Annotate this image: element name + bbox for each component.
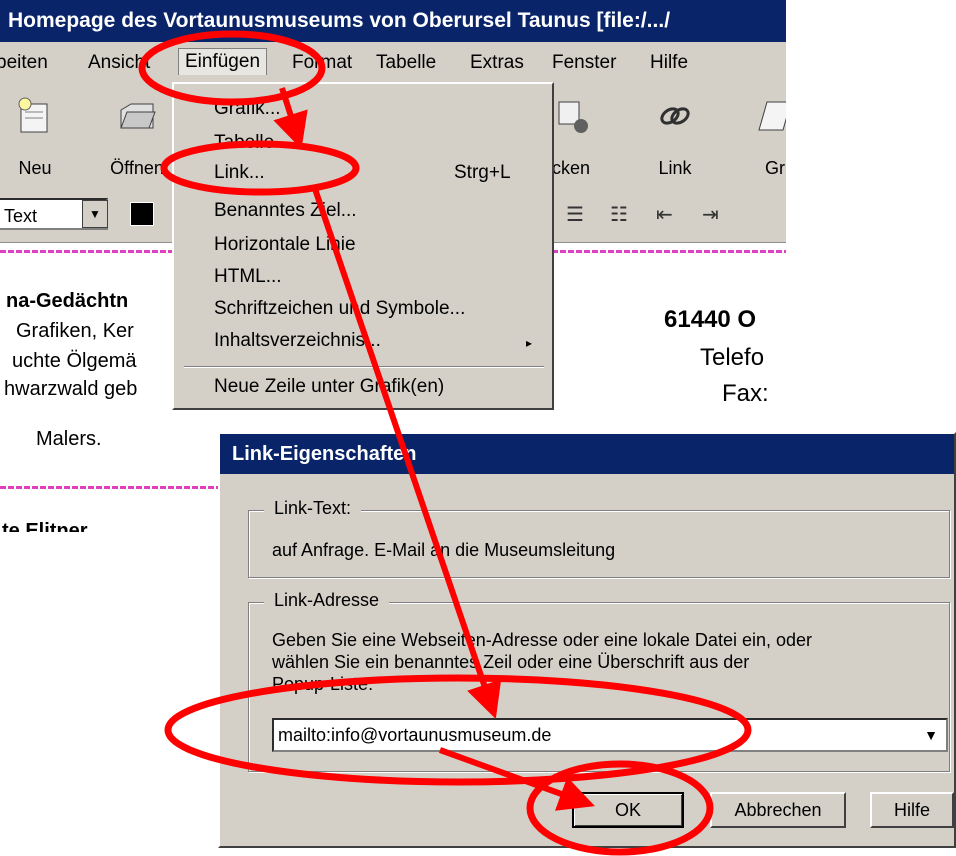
menu-tabelle[interactable]: Tabelle — [376, 52, 436, 74]
content-line: Grafiken, Ker — [16, 320, 134, 342]
menubar: beiten Ansicht Einfügen Format Tabelle E… — [0, 42, 786, 84]
dialog-title: Link-Eigenschaften — [220, 434, 954, 474]
content-line: uchte Ölgemä — [12, 350, 137, 372]
link-address-input[interactable]: mailto:info@vortaunusmuseum.de ▼ — [272, 718, 948, 752]
menu-separator — [184, 366, 544, 368]
insert-menu-dropdown: Grafik... Tabelle Link... Strg+L Benannt… — [172, 82, 554, 410]
menu-item-link[interactable]: Link... — [214, 162, 265, 184]
menu-item-inhaltsverzeichnis[interactable]: Inhaltsverzeichnis... — [214, 330, 381, 352]
content-line: hwarzwald geb — [4, 378, 138, 400]
link-button[interactable]: Link — [640, 84, 710, 192]
menu-format[interactable]: Format — [292, 52, 352, 74]
menu-item-tabelle[interactable]: Tabelle — [214, 132, 274, 154]
link-button-label: Link — [658, 158, 692, 178]
cancel-button[interactable]: Abbrechen — [710, 792, 846, 828]
link-text-legend: Link-Text: — [264, 498, 362, 519]
help-button[interactable]: Hilfe — [870, 792, 954, 828]
window-title: Homepage des Vortaunusmuseums von Oberur… — [0, 0, 786, 42]
link-icon — [660, 107, 690, 125]
content-line: Fax: — [722, 380, 769, 407]
numbered-list-icon[interactable]: ☷ — [610, 202, 628, 227]
image-button-label: Gr — [765, 158, 785, 178]
text-color-swatch[interactable] — [130, 202, 154, 226]
menu-fenster[interactable]: Fenster — [552, 52, 616, 74]
new-document-icon — [18, 97, 48, 133]
chevron-down-icon[interactable]: ▼ — [918, 722, 944, 748]
menu-hilfe[interactable]: Hilfe — [650, 52, 688, 74]
content-line: na-Gedächtn — [6, 290, 129, 312]
menu-item-benanntes-ziel[interactable]: Benanntes Ziel... — [214, 200, 357, 222]
outdent-icon[interactable]: ⇤ — [656, 202, 673, 227]
chevron-down-icon[interactable]: ▼ — [82, 200, 108, 228]
menu-item-link-shortcut: Strg+L — [454, 162, 511, 183]
open-folder-icon — [120, 103, 156, 129]
content-line: 61440 O — [664, 306, 757, 333]
content-line: Telefo — [700, 344, 765, 371]
menu-extras[interactable]: Extras — [470, 52, 524, 74]
bullet-list-icon[interactable]: ☰ — [566, 202, 584, 227]
content-line: te Elitner — [2, 520, 88, 532]
help-text-line: wählen Sie ein benanntes Zeil oder eine … — [272, 652, 750, 672]
link-properties-dialog: Link-Eigenschaften Link-Text: auf Anfrag… — [218, 432, 956, 848]
link-address-legend: Link-Adresse — [264, 590, 390, 611]
menu-item-neue-zeile[interactable]: Neue Zeile unter Grafik(en) — [214, 376, 444, 398]
menu-item-html[interactable]: HTML... — [214, 266, 282, 288]
menu-item-grafik[interactable]: Grafik... — [214, 98, 281, 120]
open-button-label: Öffnen — [110, 158, 164, 178]
indent-icon[interactable]: ⇥ — [702, 202, 719, 227]
link-address-value: mailto:info@vortaunusmuseum.de — [278, 725, 552, 745]
link-text-value: auf Anfrage. E-Mail an die Museumsleitun… — [272, 540, 616, 560]
image-icon — [758, 101, 786, 131]
open-button[interactable]: Öffnen — [102, 84, 172, 192]
menu-ansicht[interactable]: Ansicht — [88, 52, 150, 74]
submenu-arrow-icon: ▸ — [526, 336, 533, 350]
new-button-label: Neu — [18, 158, 52, 178]
content-line: Malers. — [36, 428, 102, 450]
help-text-line: Popup-Liste: — [272, 674, 374, 694]
new-button[interactable]: Neu — [0, 84, 70, 192]
ok-button[interactable]: OK — [572, 792, 684, 828]
image-button[interactable]: Gr — [740, 84, 786, 192]
help-text-line: Geben Sie eine Webseiten-Adresse oder ei… — [272, 630, 812, 650]
menu-bearbeiten[interactable]: beiten — [0, 52, 48, 74]
menu-item-horizontale-linie[interactable]: Horizontale Linie — [214, 234, 356, 256]
menu-einfuegen[interactable]: Einfügen — [178, 48, 268, 75]
menu-item-schriftzeichen[interactable]: Schriftzeichen und Symbole... — [214, 298, 465, 320]
print-icon — [558, 101, 588, 133]
